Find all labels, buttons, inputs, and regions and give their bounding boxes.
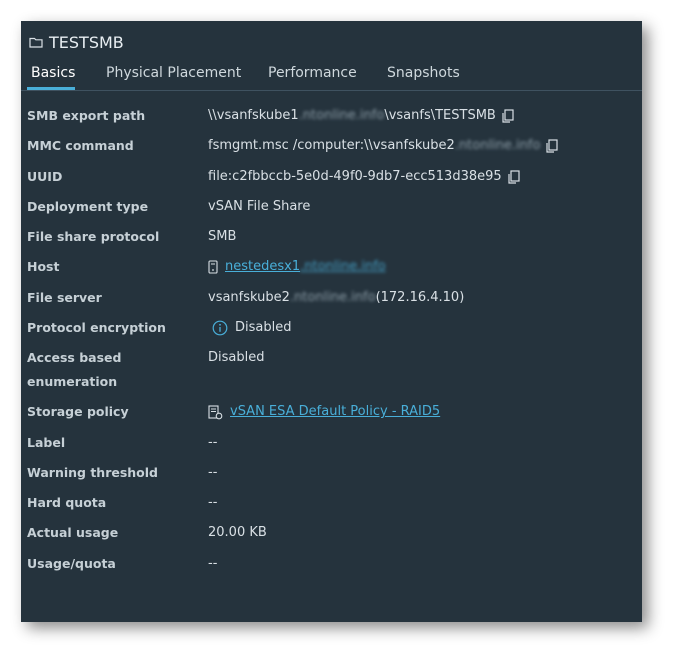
mmc-command-domain-redacted: .ntonline.info <box>454 138 541 153</box>
copy-icon[interactable] <box>502 109 514 123</box>
field-value: vsanfskube2 .ntonline.info (172.16.4.10) <box>208 288 464 308</box>
field-value: \\vsanfskube1 .ntonline.info \vsanfs\TESTS… <box>208 106 514 126</box>
field-value: -- <box>208 495 218 510</box>
field-value: Disabled <box>208 350 265 365</box>
file-server-domain-redacted: .ntonline.info <box>289 290 376 305</box>
host-link[interactable]: nestedesx1.ntonline.info <box>225 257 386 277</box>
field-label: Host <box>27 259 60 274</box>
file-share-details-panel: TESTSMB Basics Physical Placement Perfor… <box>21 21 642 622</box>
active-tab-indicator <box>27 87 75 90</box>
field-value: SMB <box>208 229 237 244</box>
field-label: Protocol encryption <box>27 320 166 335</box>
file-server-name: vsanfskube2 <box>208 290 290 305</box>
field-value: file:c2fbbccb-5e0d-49f0-9db7-ecc513d38e9… <box>208 167 520 187</box>
smb-path-prefix: \\vsanfskube1 <box>208 108 299 123</box>
field-label: Access based enumeration <box>27 346 197 394</box>
field-label: Label <box>27 435 66 450</box>
tab-physical-placement[interactable]: Physical Placement <box>106 65 241 81</box>
folder-icon <box>29 35 43 49</box>
tab-basics[interactable]: Basics <box>31 65 75 81</box>
tab-performance[interactable]: Performance <box>268 65 357 81</box>
field-value: -- <box>208 465 218 480</box>
field-label: Warning threshold <box>27 465 158 480</box>
host-name[interactable]: nestedesx1 <box>225 259 300 274</box>
tab-bar: Basics Physical Placement Performance Sn… <box>21 63 642 91</box>
encryption-value: Disabled <box>235 320 292 335</box>
copy-icon[interactable] <box>508 170 520 184</box>
field-value: vSAN ESA Default Policy - RAID5 <box>208 402 440 422</box>
field-label: Usage/quota <box>27 556 116 571</box>
panel-header: TESTSMB <box>29 29 124 55</box>
smb-path-domain-redacted: .ntonline.info <box>298 108 385 123</box>
storage-policy-icon <box>208 404 223 420</box>
host-domain-redacted: .ntonline.info <box>300 259 386 274</box>
host-server-icon <box>208 260 218 274</box>
field-label-line2: enumeration <box>27 374 118 389</box>
info-icon[interactable] <box>212 320 228 336</box>
field-label: Hard quota <box>27 495 107 510</box>
uuid-value: file:c2fbbccb-5e0d-49f0-9db7-ecc513d38e9… <box>208 169 502 184</box>
field-label: Storage policy <box>27 404 129 419</box>
field-label: Actual usage <box>27 525 119 540</box>
field-label: File share protocol <box>27 229 160 244</box>
tab-snapshots[interactable]: Snapshots <box>387 65 460 81</box>
field-value: nestedesx1.ntonline.info <box>208 257 386 277</box>
field-label: Deployment type <box>27 199 149 214</box>
field-value: -- <box>208 435 218 450</box>
field-value: Disabled <box>212 318 291 338</box>
smb-path-suffix: \vsanfs\TESTSMB <box>384 108 496 123</box>
storage-policy-link[interactable]: vSAN ESA Default Policy - RAID5 <box>230 402 440 422</box>
field-value: fsmgmt.msc /computer:\\vsanfskube2 .ntonl… <box>208 136 559 156</box>
field-label-line1: Access based <box>27 350 122 365</box>
copy-icon[interactable] <box>546 139 559 153</box>
page-title: TESTSMB <box>49 32 124 52</box>
file-server-ip: (172.16.4.10) <box>375 290 465 305</box>
field-label: File server <box>27 290 102 305</box>
field-value: vSAN File Share <box>208 199 311 214</box>
field-value: 20.00 KB <box>208 525 267 540</box>
field-value: -- <box>208 556 218 571</box>
mmc-command-prefix: fsmgmt.msc /computer:\\vsanfskube2 <box>208 138 455 153</box>
field-label: UUID <box>27 169 63 184</box>
field-label: SMB export path <box>27 108 146 123</box>
field-label: MMC command <box>27 138 134 153</box>
